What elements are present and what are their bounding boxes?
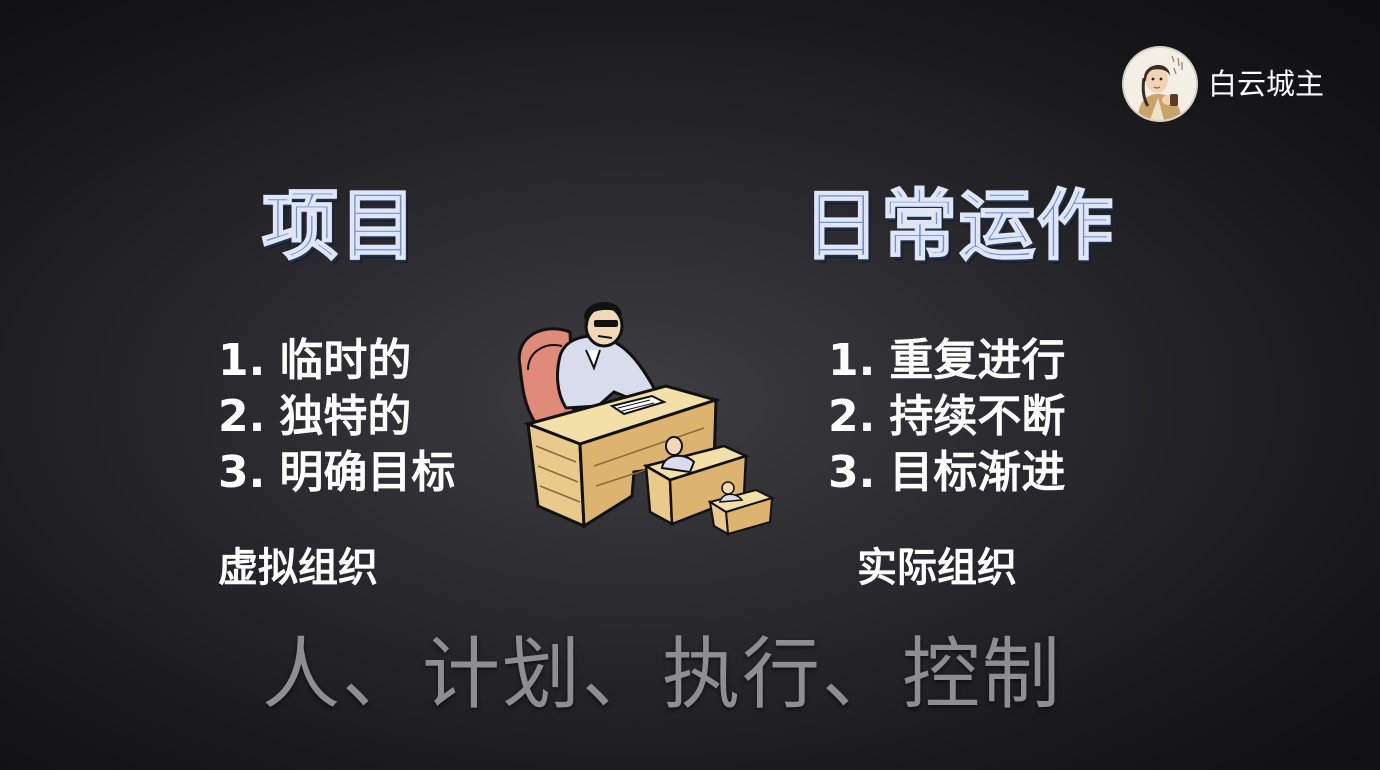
list-item: 1. 临时的	[218, 333, 455, 389]
manager-desk-clipart-icon	[517, 301, 775, 536]
list-item-text: 明确目标	[279, 447, 456, 498]
list-item-number: 3.	[218, 447, 266, 498]
list-item-number: 2.	[218, 391, 266, 442]
list-item: 2. 独特的	[218, 389, 455, 445]
list-item-number: 3.	[828, 447, 876, 498]
list-item-number: 2.	[828, 391, 876, 442]
project-heading: 项目	[261, 181, 418, 270]
list-item: 2. 持续不断	[828, 389, 1065, 445]
operations-traits-list: 1. 重复进行 2. 持续不断 3. 目标渐进	[828, 333, 1065, 501]
avatar-portrait-icon	[1124, 48, 1196, 120]
list-item-number: 1.	[218, 335, 266, 386]
list-item-text: 目标渐进	[889, 447, 1066, 498]
avatar	[1124, 48, 1196, 120]
list-item-text: 持续不断	[889, 391, 1066, 442]
bottom-keywords: 人、计划、执行、控制	[262, 630, 1063, 720]
list-item-text: 重复进行	[889, 335, 1066, 386]
author-badge: 白云城主	[1124, 48, 1324, 120]
operations-heading: 日常运作	[802, 181, 1115, 270]
list-item: 3. 目标渐进	[828, 445, 1065, 501]
list-item: 1. 重复进行	[828, 333, 1065, 389]
list-item: 3. 明确目标	[218, 445, 455, 501]
virtual-org-label: 虚拟组织	[218, 545, 378, 591]
author-name: 白云城主	[1208, 66, 1325, 101]
project-traits-list: 1. 临时的 2. 独特的 3. 明确目标	[218, 333, 455, 501]
list-item-number: 1.	[828, 335, 876, 386]
list-item-text: 独特的	[279, 391, 412, 442]
actual-org-label: 实际组织	[857, 545, 1017, 591]
list-item-text: 临时的	[279, 335, 412, 386]
